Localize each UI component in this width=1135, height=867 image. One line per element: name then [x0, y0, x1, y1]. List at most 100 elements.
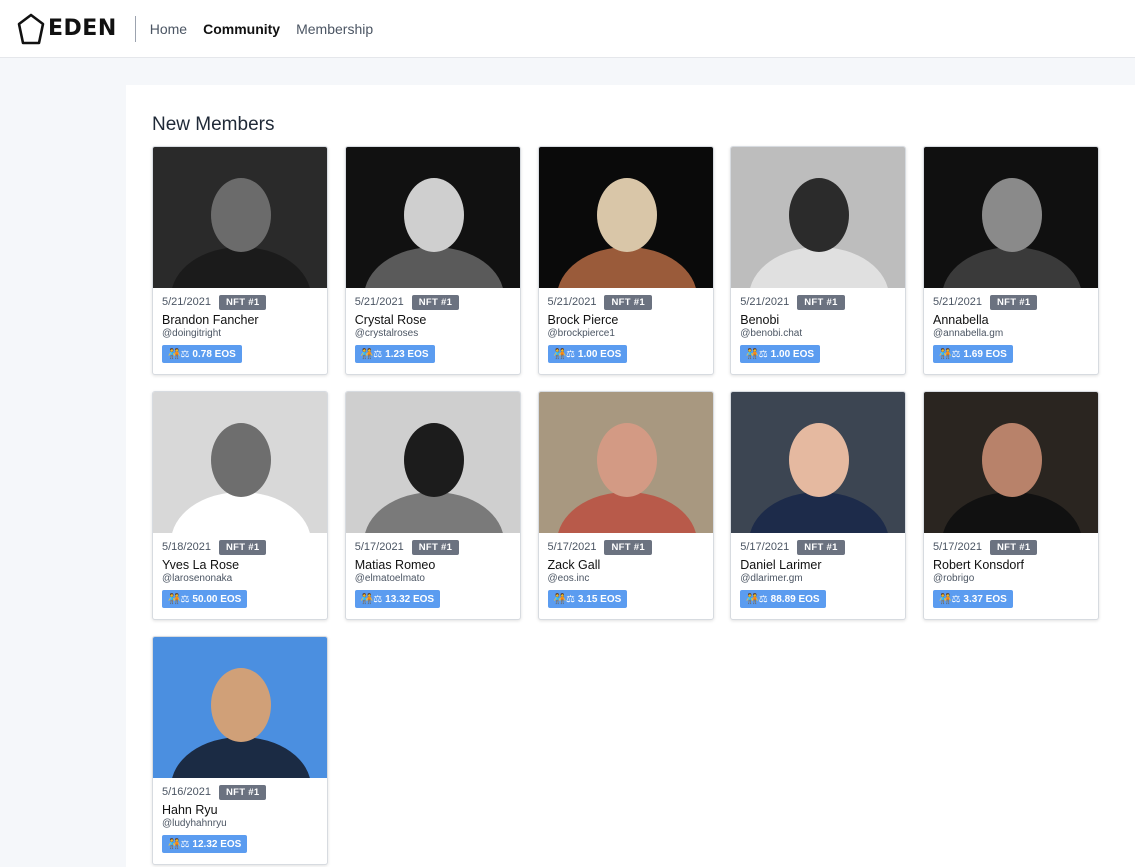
top-navbar: EDEN Home Community Membership	[0, 0, 1135, 58]
member-card[interactable]: 5/21/2021 NFT #1 Annabella @annabella.gm…	[923, 146, 1099, 375]
member-portrait-icon	[153, 637, 327, 778]
pentagon-logo-icon	[17, 13, 45, 44]
member-date: 5/17/2021	[547, 541, 597, 553]
eden-logo[interactable]: EDEN	[16, 9, 117, 49]
delegates-emoji-icon: 🧑‍🤝‍🧑⚖	[168, 348, 190, 360]
member-portrait-icon	[153, 392, 327, 533]
member-card[interactable]: 5/21/2021 NFT #1 Brandon Fancher @doingi…	[152, 146, 328, 375]
eos-balance-badge: 🧑‍🤝‍🧑⚖ 1.00 EOS	[740, 345, 821, 363]
member-card[interactable]: 5/21/2021 NFT #1 Brock Pierce @brockpier…	[537, 146, 714, 375]
member-photo	[153, 392, 327, 533]
member-handle: @benobi.chat	[740, 328, 803, 339]
member-name: Brandon Fancher	[162, 313, 259, 327]
member-handle: @doingitright	[162, 328, 222, 339]
eos-balance-badge: 🧑‍🤝‍🧑⚖ 13.32 EOS	[354, 590, 441, 608]
member-photo	[924, 147, 1098, 288]
eos-value: 1.23 EOS	[385, 348, 429, 360]
member-handle: @dlarimer.gm	[740, 573, 803, 584]
delegates-emoji-icon: 🧑‍🤝‍🧑⚖	[939, 593, 961, 605]
member-name: Zack Gall	[547, 558, 601, 572]
eos-value: 12.32 EOS	[192, 838, 242, 850]
nft-badge: NFT #1	[797, 294, 845, 310]
eos-value: 3.15 EOS	[577, 593, 622, 605]
member-name: Daniel Larimer	[740, 558, 822, 572]
member-card[interactable]: 5/18/2021 NFT #1 Yves La Rose @larosenon…	[152, 391, 328, 620]
member-card[interactable]: 5/17/2021 NFT #1 Zack Gall @eos.inc 🧑‍🤝‍…	[537, 391, 714, 620]
section-title: New Members	[152, 114, 275, 135]
eos-value: 13.32 EOS	[385, 593, 435, 605]
eos-value: 1.00 EOS	[577, 348, 622, 360]
member-portrait-icon	[153, 147, 327, 288]
delegates-emoji-icon: 🧑‍🤝‍🧑⚖	[746, 593, 768, 605]
member-name: Yves La Rose	[162, 558, 240, 572]
nav-membership[interactable]: Membership	[296, 21, 373, 37]
member-portrait-icon	[924, 392, 1098, 533]
eos-balance-badge: 🧑‍🤝‍🧑⚖ 12.32 EOS	[162, 835, 248, 853]
nft-badge: NFT #1	[218, 784, 267, 800]
member-date: 5/18/2021	[162, 541, 211, 553]
member-card[interactable]: 5/17/2021 NFT #1 Daniel Larimer @dlarime…	[730, 391, 907, 620]
member-handle: @elmatoelmato	[354, 573, 425, 584]
nft-badge: NFT #1	[989, 294, 1038, 310]
main-content: New Members 5/21/2021 NFT #1 Brandon Fan…	[126, 85, 1135, 867]
member-date: 5/17/2021	[933, 541, 982, 553]
delegates-emoji-icon: 🧑‍🤝‍🧑⚖	[168, 593, 190, 605]
member-name: Robert Konsdorf	[933, 558, 1025, 572]
nft-badge: NFT #1	[989, 539, 1038, 555]
member-handle: @crystalroses	[354, 328, 419, 339]
eos-value: 3.37 EOS	[963, 593, 1007, 605]
member-date: 5/17/2021	[354, 541, 404, 553]
member-name: Matias Romeo	[354, 558, 436, 572]
nav-divider	[134, 15, 136, 42]
eos-balance-badge: 🧑‍🤝‍🧑⚖ 1.23 EOS	[354, 345, 435, 363]
member-date: 5/21/2021	[740, 296, 790, 308]
member-date: 5/21/2021	[547, 296, 597, 308]
nft-badge: NFT #1	[218, 539, 267, 555]
nft-badge: NFT #1	[411, 539, 460, 555]
member-name: Crystal Rose	[354, 313, 427, 327]
member-handle: @eos.inc	[547, 573, 590, 584]
member-photo	[538, 392, 713, 533]
delegates-emoji-icon: 🧑‍🤝‍🧑⚖	[939, 348, 961, 360]
eos-balance-badge: 🧑‍🤝‍🧑⚖ 50.00 EOS	[162, 590, 248, 608]
member-card[interactable]: 5/17/2021 NFT #1 Robert Konsdorf @robrig…	[923, 391, 1099, 620]
member-photo	[345, 392, 520, 533]
member-name: Hahn Ryu	[162, 803, 218, 817]
main-nav: Home Community Membership	[150, 21, 373, 37]
member-card[interactable]: 5/16/2021 NFT #1 Hahn Ryu @ludyhahnryu 🧑…	[152, 636, 328, 865]
member-portrait-icon	[538, 392, 713, 533]
member-date: 5/21/2021	[354, 296, 404, 308]
delegates-emoji-icon: 🧑‍🤝‍🧑⚖	[360, 593, 383, 605]
eos-balance-badge: 🧑‍🤝‍🧑⚖ 88.89 EOS	[740, 590, 826, 608]
eos-value: 1.00 EOS	[770, 348, 815, 360]
nav-home[interactable]: Home	[150, 21, 187, 37]
member-card[interactable]: 5/17/2021 NFT #1 Matias Romeo @elmatoelm…	[344, 391, 521, 620]
member-handle: @annabella.gm	[933, 328, 1004, 339]
member-photo	[731, 147, 906, 288]
eos-balance-badge: 🧑‍🤝‍🧑⚖ 3.15 EOS	[547, 590, 628, 608]
nav-community[interactable]: Community	[203, 21, 280, 37]
delegates-emoji-icon: 🧑‍🤝‍🧑⚖	[360, 348, 383, 360]
member-photo	[924, 392, 1098, 533]
members-grid: 5/21/2021 NFT #1 Brandon Fancher @doingi…	[152, 146, 1099, 865]
member-date: 5/21/2021	[933, 296, 982, 308]
eos-balance-badge: 🧑‍🤝‍🧑⚖ 3.37 EOS	[933, 590, 1013, 608]
member-photo	[153, 147, 327, 288]
member-handle: @ludyhahnryu	[162, 818, 227, 829]
eos-balance-badge: 🧑‍🤝‍🧑⚖ 1.00 EOS	[547, 345, 628, 363]
member-portrait-icon	[538, 147, 713, 288]
nft-badge: NFT #1	[604, 539, 652, 555]
member-card[interactable]: 5/21/2021 NFT #1 Benobi @benobi.chat 🧑‍🤝…	[730, 146, 907, 375]
delegates-emoji-icon: 🧑‍🤝‍🧑⚖	[553, 348, 575, 360]
member-photo	[731, 392, 906, 533]
member-date: 5/17/2021	[740, 541, 790, 553]
member-name: Brock Pierce	[547, 313, 619, 327]
eos-value: 1.69 EOS	[963, 348, 1007, 360]
member-portrait-icon	[731, 147, 906, 288]
member-card[interactable]: 5/21/2021 NFT #1 Crystal Rose @crystalro…	[344, 146, 521, 375]
member-date: 5/16/2021	[162, 786, 211, 798]
member-handle: @larosenonaka	[162, 573, 233, 584]
eos-balance-badge: 🧑‍🤝‍🧑⚖ 0.78 EOS	[162, 345, 242, 363]
member-portrait-icon	[924, 147, 1098, 288]
delegates-emoji-icon: 🧑‍🤝‍🧑⚖	[168, 838, 190, 850]
